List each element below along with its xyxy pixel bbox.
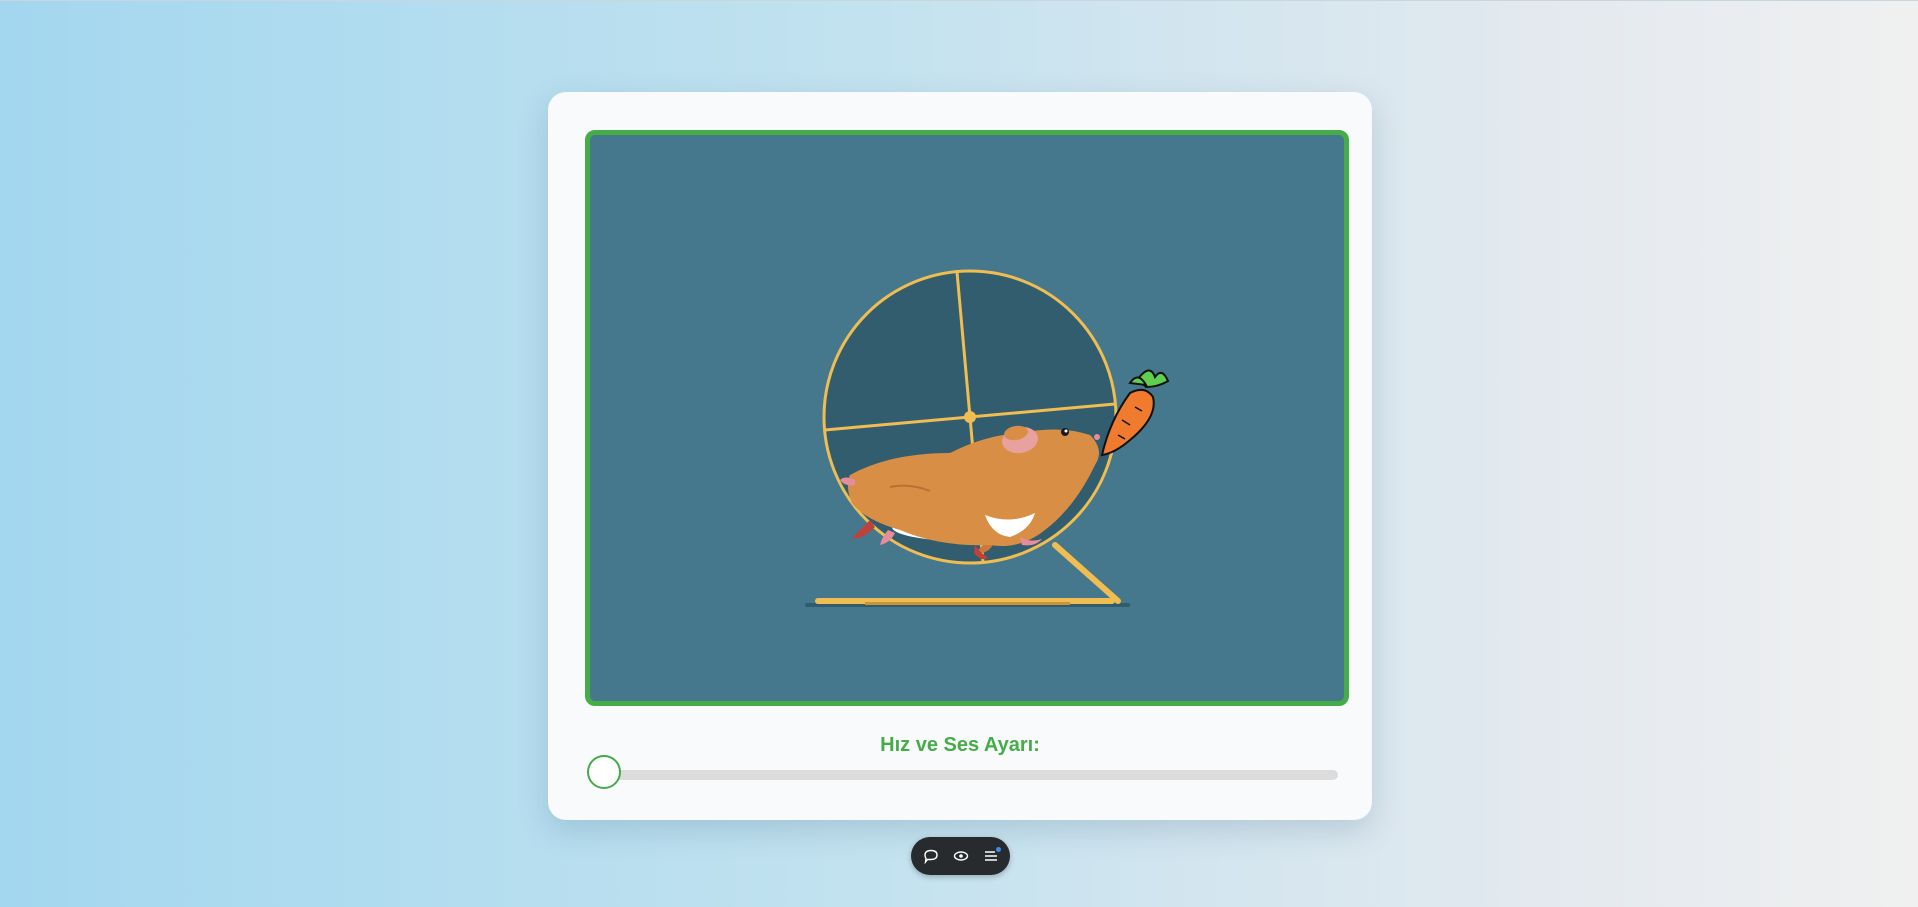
speed-volume-label: Hız ve Ses Ayarı: bbox=[880, 734, 1040, 756]
animation-stage bbox=[585, 130, 1349, 706]
floating-toolbar bbox=[911, 837, 1010, 875]
hamster-scene bbox=[805, 269, 1170, 607]
eye-icon[interactable] bbox=[952, 847, 970, 865]
speed-volume-slider-thumb[interactable] bbox=[587, 755, 621, 789]
top-border bbox=[0, 0, 1918, 1]
animation-card: Hız ve Ses Ayarı: bbox=[548, 92, 1372, 820]
speed-volume-slider-track[interactable] bbox=[598, 770, 1338, 780]
chat-bubble-icon[interactable] bbox=[922, 847, 940, 865]
notification-dot bbox=[995, 847, 1001, 852]
menu-icon[interactable] bbox=[982, 847, 1001, 865]
